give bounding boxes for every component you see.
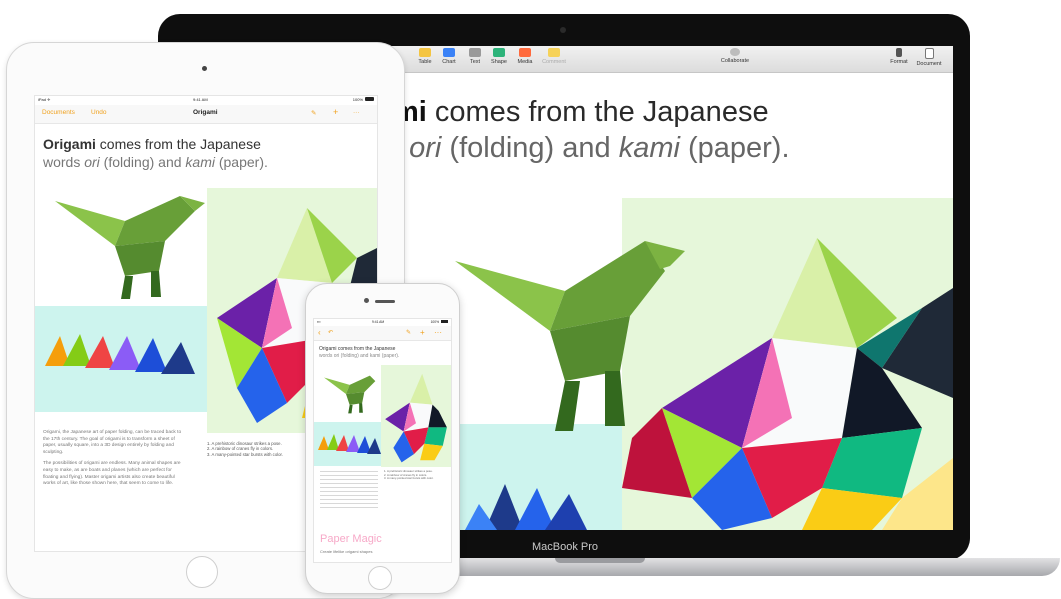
iphone-dinosaur-image	[324, 375, 376, 414]
collaborate-button[interactable]: Collaborate	[715, 48, 755, 64]
macbook-model-label: MacBook Pro	[531, 541, 599, 553]
format-label: Format	[890, 59, 908, 65]
ipad-nav-bar: Documents Undo Origami ✎ + ···	[35, 105, 377, 124]
iphone-cranes-image	[318, 434, 381, 454]
macbook-screen: Table Chart Text Shape Media Comment Collabor…	[385, 46, 953, 530]
add-icon[interactable]: +	[333, 107, 338, 117]
collaborate-label: Collaborate	[720, 58, 750, 64]
toolbar-shape-label: Shape	[491, 59, 507, 65]
iphone-star-panel	[381, 365, 451, 467]
shape-icon	[493, 48, 505, 57]
paintbrush-icon	[896, 48, 902, 57]
toolbar-chart-label: Chart	[442, 59, 456, 65]
toolbar-text-label: Text	[469, 59, 481, 65]
list-item: 3. A many-pointed star bursts with color…	[384, 476, 434, 481]
comment-icon	[548, 48, 560, 57]
macbook-notch	[555, 558, 645, 563]
iphone-nav-bar: ‹ ↶ ✎ + ···	[314, 326, 451, 341]
ipad-dinosaur-image	[55, 196, 205, 299]
toolbar-shape-button[interactable]: Shape	[485, 48, 513, 65]
table-icon	[419, 48, 431, 57]
ipad-document-title: Origami	[193, 109, 218, 116]
toolbar-table-label: Table	[418, 59, 432, 65]
more-icon[interactable]: ···	[353, 109, 360, 116]
toolbar-media-label: Media	[517, 59, 533, 65]
ipad-paragraph-2: The possibilities of origami are endless…	[43, 461, 181, 487]
iphone-body-text-placeholder	[320, 471, 378, 511]
ipad-status-bar: iPad ✈ 9:41 AM 100%	[35, 96, 377, 104]
more-icon[interactable]: ···	[434, 328, 442, 337]
iphone-cranes-panel	[314, 422, 382, 466]
signal-icon: ▪▪▪	[317, 320, 321, 324]
chart-icon	[443, 48, 455, 57]
cranes-image-panel	[445, 424, 627, 530]
documents-button[interactable]: Documents	[42, 109, 75, 116]
origami-cranes-image	[465, 484, 587, 530]
document-subheadline: , ori (folding) and kami (paper).	[393, 132, 790, 164]
ipad-headline: Origami comes from the Japanese	[43, 136, 261, 152]
text-icon	[469, 48, 481, 57]
ipad-paragraph-1: Origami, the Japanese art of paper foldi…	[43, 430, 182, 455]
iphone-screen: ▪▪▪ 9:41 AM 100% ‹ ↶ ✎ + ··· Origami com…	[313, 318, 452, 563]
format-button[interactable]: Format	[885, 48, 913, 65]
undo-button[interactable]: Undo	[91, 109, 107, 116]
brush-icon[interactable]: ✎	[311, 109, 316, 117]
iphone-camera	[364, 298, 369, 303]
document-icon	[924, 48, 934, 59]
toolbar-chart-button[interactable]: Chart	[435, 48, 463, 65]
back-chevron-icon[interactable]: ‹	[318, 328, 321, 337]
add-icon[interactable]: +	[420, 328, 425, 337]
iphone-star-image	[385, 373, 447, 463]
ipad-cranes-image	[45, 334, 195, 374]
iphone-status-battery: 100%	[430, 320, 439, 324]
toolbar-comment-label: Comment	[542, 59, 566, 65]
ipad-home-button[interactable]	[186, 556, 218, 588]
battery-icon	[365, 97, 374, 101]
battery-icon	[441, 320, 448, 323]
iphone-status-time: 9:41 AM	[372, 320, 385, 324]
ipad-subheadline: words ori (folding) and kami (paper).	[43, 154, 268, 170]
collaborate-icon	[730, 48, 740, 56]
macbook-camera	[560, 27, 566, 33]
document-button[interactable]: Document	[915, 48, 943, 67]
toolbar-comment-button[interactable]: Comment	[540, 48, 568, 65]
ipad-status-left: iPad ✈	[38, 97, 51, 102]
iphone-home-button[interactable]	[368, 566, 392, 590]
toolbar-media-button[interactable]: Media	[511, 48, 539, 65]
iphone-speaker	[375, 300, 395, 303]
ipad-cranes-panel	[35, 306, 207, 412]
iphone-status-bar: ▪▪▪ 9:41 AM 100%	[314, 319, 451, 325]
iphone-subheadline: words ori (folding) and kami (paper).	[319, 353, 400, 359]
pages-toolbar: Table Chart Text Shape Media Comment Collabor…	[385, 46, 953, 73]
iphone-caption-list: 1. A prehistoric dinosaur strikes a pose…	[384, 469, 448, 481]
ipad-status-battery: 100%	[352, 97, 363, 102]
origami-dinosaur-image	[455, 241, 685, 431]
undo-icon[interactable]: ↶	[328, 329, 333, 336]
ipad-status-time: 9:41 AM	[193, 97, 208, 102]
document-headline: mi comes from the Japanese	[393, 96, 769, 128]
document-label: Document	[916, 61, 942, 67]
brush-icon[interactable]: ✎	[406, 329, 411, 336]
media-icon	[519, 48, 531, 57]
paper-magic-subtitle: Create lifelike origami shapes	[320, 549, 373, 554]
iphone-headline: Origami comes from the Japanese	[319, 346, 396, 352]
paper-magic-title: Paper Magic	[320, 533, 382, 545]
ipad-camera	[202, 66, 207, 71]
ipad-body-text: Origami, the Japanese art of paper foldi…	[43, 430, 188, 488]
